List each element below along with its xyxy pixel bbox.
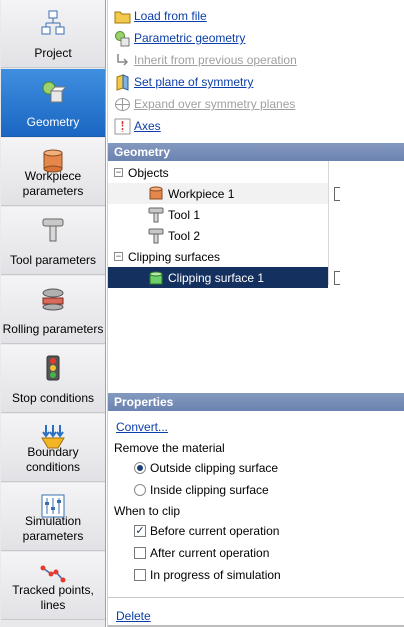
in-progress-option[interactable]: In progress of simulation (134, 568, 281, 582)
expand-symmetry-action[interactable]: Expand over symmetry planes (114, 94, 295, 114)
inside-clipping-radio[interactable] (134, 484, 146, 496)
tree-node-label: Tool 2 (168, 228, 201, 243)
simulation-icon (41, 494, 65, 518)
sidebar-item-tracked-points[interactable]: Tracked points, lines (1, 552, 105, 620)
main-panel: Load from file Parametric geometry Inher… (107, 0, 404, 627)
delete-action[interactable]: Delete (116, 609, 151, 623)
when-to-clip-label: When to clip (114, 504, 180, 518)
geometry-icon (42, 81, 66, 103)
sidebar-item-tool-parameters[interactable]: Tool parameters (1, 207, 105, 275)
outside-clipping-radio[interactable] (134, 462, 146, 474)
tree-node-label: Clipping surfaces (128, 249, 221, 264)
clipping-surface-icon (149, 271, 163, 284)
tree-node-label: Workpiece 1 (168, 186, 235, 201)
remove-material-label: Remove the material (114, 441, 225, 455)
tool-icon (42, 218, 64, 242)
sidebar-item-label: Stop conditions (11, 391, 95, 405)
convert-link[interactable]: Convert... (116, 420, 168, 434)
tree-node-objects[interactable]: − Objects (108, 162, 328, 183)
before-operation-checkbox[interactable]: ✓ (134, 525, 146, 537)
in-progress-label: In progress of simulation (150, 568, 281, 582)
sidebar-item-simulation-parameters[interactable]: Simulation parameters (1, 483, 105, 551)
axes-link[interactable]: Axes (134, 119, 161, 133)
project-icon (41, 10, 65, 35)
tool-icon (148, 228, 164, 243)
symmetry-plane-icon (116, 73, 129, 91)
axes-icon (114, 118, 131, 134)
sidebar-item-label: Tool parameters (9, 253, 97, 267)
before-operation-option[interactable]: ✓ Before current operation (134, 524, 279, 538)
tree-node-label: Tool 1 (168, 207, 201, 222)
rolling-icon (42, 288, 64, 311)
sidebar-item-label: Geometry (26, 115, 80, 129)
convert-action[interactable]: Convert... (116, 420, 168, 434)
axes-action[interactable]: Axes (114, 116, 161, 136)
geometry-tree: − Objects Workpiece 1 Tool 1 Tool 2 − Cl… (108, 161, 404, 390)
in-progress-checkbox[interactable] (134, 569, 146, 581)
navigation-sidebar: Project Geometry Workpiece parameters To… (0, 0, 106, 627)
expand-symmetry-icon (115, 97, 130, 111)
tree-node-workpiece-1[interactable]: Workpiece 1 (108, 183, 328, 204)
tree-node-label: Objects (128, 165, 169, 180)
load-from-file-link[interactable]: Load from file (134, 9, 207, 23)
delete-link[interactable]: Delete (116, 609, 151, 623)
tree-node-clipping-surfaces[interactable]: − Clipping surfaces (108, 246, 328, 267)
sidebar-item-geometry[interactable]: Geometry (1, 69, 105, 137)
parametric-geometry-action[interactable]: Parametric geometry (114, 28, 245, 48)
inside-clipping-option[interactable]: Inside clipping surface (134, 483, 269, 497)
folder-icon (114, 11, 131, 23)
set-symmetry-plane-link[interactable]: Set plane of symmetry (134, 75, 253, 89)
tree-value-cell (334, 271, 340, 285)
tree-node-label: Clipping surface 1 (168, 270, 265, 285)
traffic-light-icon (46, 355, 60, 381)
properties-section-header: Properties (108, 393, 404, 411)
tool-icon (148, 207, 164, 222)
remove-material-text: Remove the material (114, 441, 225, 455)
expand-symmetry-link[interactable]: Expand over symmetry planes (134, 97, 295, 111)
set-symmetry-plane-action[interactable]: Set plane of symmetry (114, 72, 253, 92)
geometry-section-header: Geometry (108, 143, 404, 161)
workpiece-icon (149, 186, 163, 199)
when-to-clip-text: When to clip (114, 504, 181, 518)
tree-value-cell (334, 187, 340, 201)
load-from-file-action[interactable]: Load from file (114, 6, 207, 26)
tree-node-tool-1[interactable]: Tool 1 (108, 204, 328, 225)
inherit-icon (117, 53, 129, 66)
divider (108, 597, 404, 598)
after-operation-label: After current operation (150, 546, 270, 560)
tracked-points-icon (40, 565, 66, 583)
after-operation-option[interactable]: After current operation (134, 546, 269, 560)
parametric-geometry-icon (115, 30, 130, 46)
sidebar-item-label: Project (34, 46, 72, 60)
sidebar-item-project[interactable]: Project (1, 0, 105, 68)
sidebar-item-label: Rolling parameters (2, 322, 104, 336)
sidebar-item-workpiece-parameters[interactable]: Workpiece parameters (1, 138, 105, 206)
tree-node-tool-2[interactable]: Tool 2 (108, 225, 328, 246)
before-operation-label: Before current operation (150, 524, 280, 538)
sidebar-item-boundary-conditions[interactable]: Boundary conditions (1, 414, 105, 482)
sidebar-item-stop-conditions[interactable]: Stop conditions (1, 345, 105, 413)
collapse-icon[interactable]: − (114, 252, 123, 261)
inside-clipping-label: Inside clipping surface (150, 483, 269, 497)
boundary-icon (41, 425, 65, 449)
after-operation-checkbox[interactable] (134, 547, 146, 559)
outside-clipping-option[interactable]: Outside clipping surface (134, 461, 278, 475)
tree-column-divider (328, 161, 329, 285)
inherit-previous-link[interactable]: Inherit from previous operation (134, 53, 297, 67)
tree-node-clipping-surface-1[interactable]: Clipping surface 1 (108, 267, 328, 288)
collapse-icon[interactable]: − (114, 168, 123, 177)
parametric-geometry-link[interactable]: Parametric geometry (134, 31, 245, 45)
outside-clipping-label: Outside clipping surface (150, 461, 279, 475)
sidebar-item-rolling-parameters[interactable]: Rolling parameters (1, 276, 105, 344)
inherit-previous-action[interactable]: Inherit from previous operation (114, 50, 297, 70)
workpiece-icon (43, 149, 63, 173)
